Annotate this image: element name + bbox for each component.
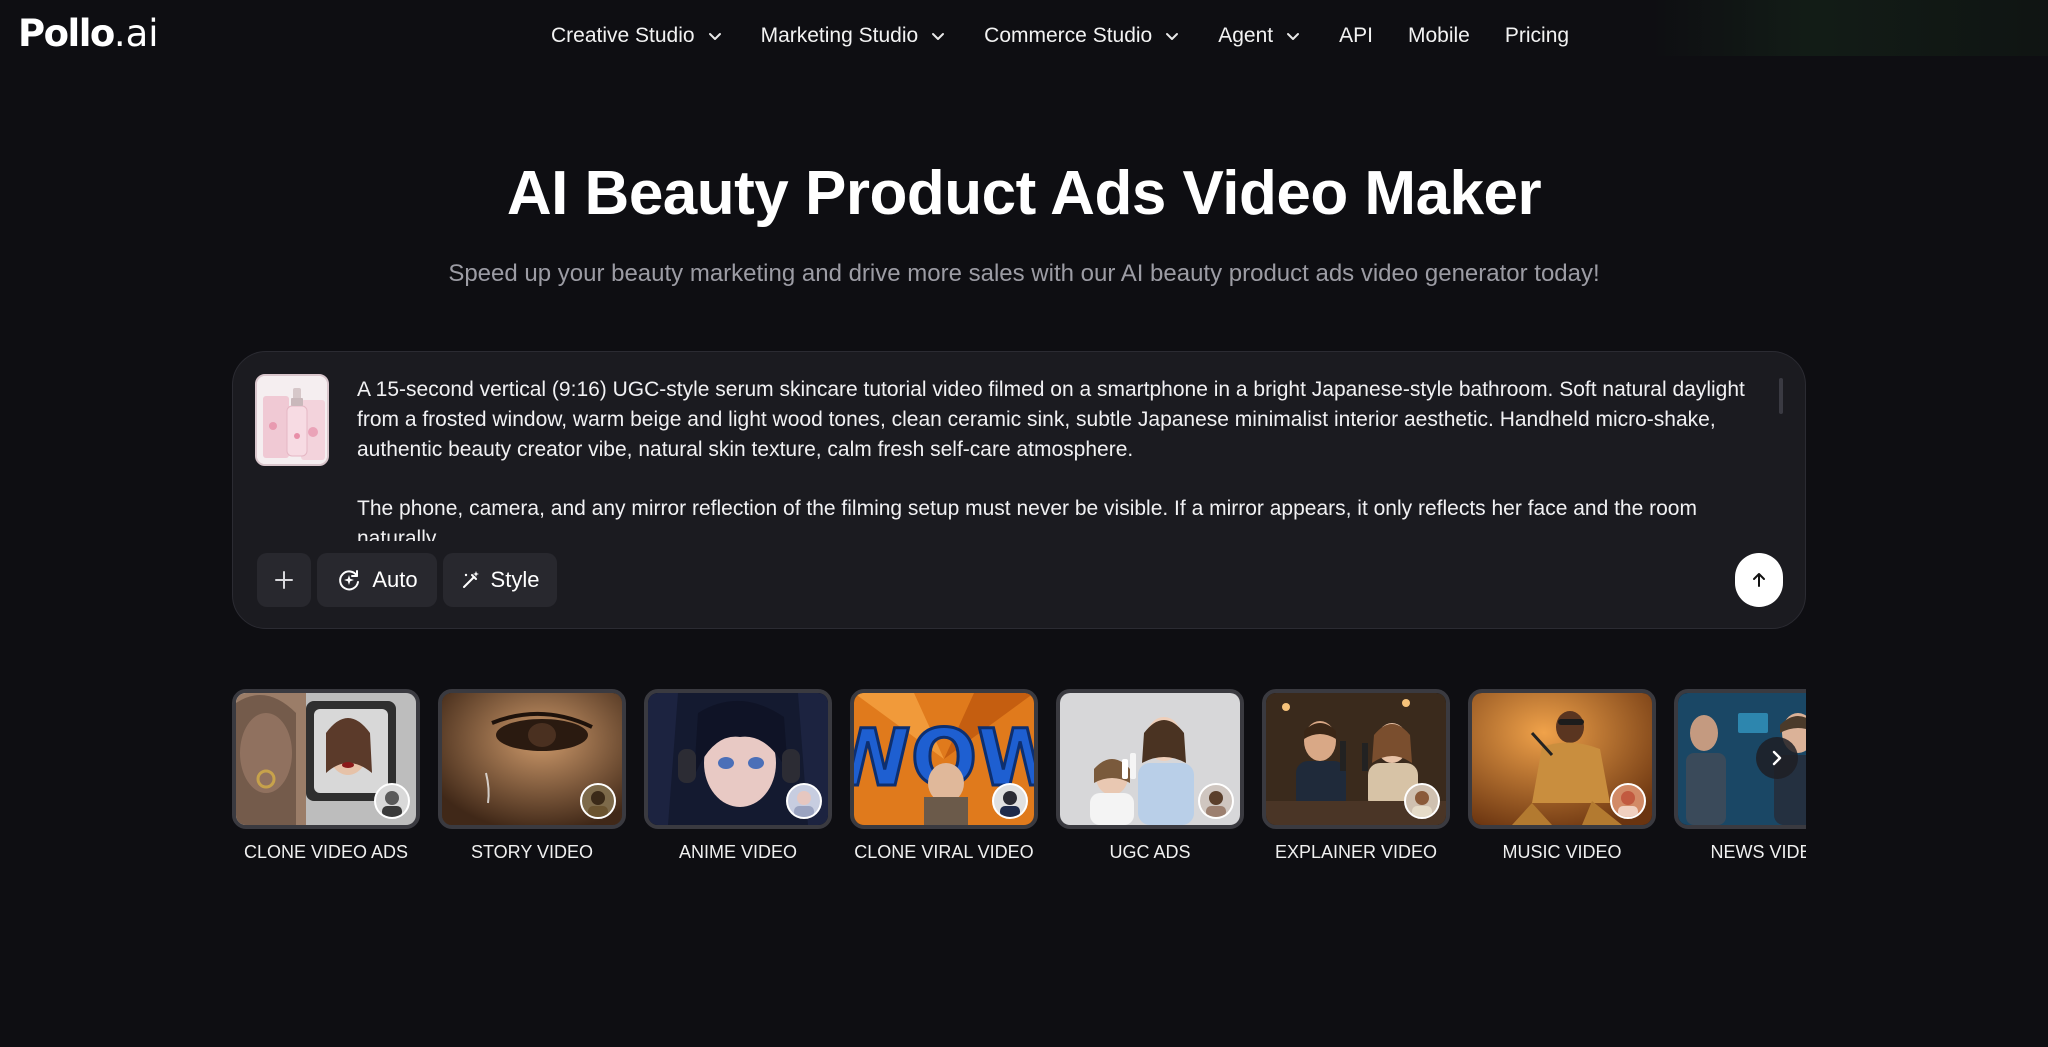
nav-item-label: Commerce Studio (984, 24, 1153, 47)
prompt-input[interactable]: A 15-second vertical (9:16) UGC-style se… (357, 375, 1777, 541)
magic-wand-icon (462, 571, 479, 588)
template-card-clone-video-ads[interactable]: CLONE VIDEO ADS (232, 689, 420, 863)
auto-mode-label: Auto (372, 567, 418, 592)
nav-item-mobile[interactable]: Mobile (1408, 24, 1470, 48)
product-image-thumbnail[interactable] (255, 374, 329, 466)
nav-item-label: API (1339, 24, 1373, 47)
logo[interactable]: Pollo.ai (18, 12, 159, 55)
template-card-clone-viral-video[interactable]: WOW CLONE VIRAL VIDEO (850, 689, 1038, 863)
avatar (786, 783, 822, 819)
nav-item-agent[interactable]: Agent (1218, 24, 1301, 48)
nav-item-label: Pricing (1504, 24, 1570, 47)
nav-item-label: Creative Studio (551, 24, 695, 47)
logo-brand: Pollo (18, 12, 115, 55)
template-carousel: CLONE VIDEO ADS STORY VIDEO ANIME VIDEO … (232, 689, 1806, 869)
template-label: CLONE VIDEO ADS (243, 842, 409, 862)
chevron-right-icon (1772, 750, 1782, 766)
chevron-down-icon (708, 33, 721, 40)
nav-item-label: Marketing Studio (760, 24, 919, 47)
template-label: EXPLAINER VIDEO (1274, 842, 1438, 862)
avatar (374, 783, 410, 819)
nav-item-commerce-studio[interactable]: Commerce Studio (984, 24, 1180, 48)
template-label: CLONE VIRAL VIDEO (854, 842, 1034, 862)
template-label: NEWS VIDEO (1710, 842, 1806, 862)
template-thumbnail: WOW (850, 689, 1038, 829)
auto-mode-button[interactable]: Auto (317, 553, 437, 607)
avatar (580, 783, 616, 819)
auto-mode-icon (339, 570, 360, 591)
style-label: Style (490, 567, 540, 592)
serum-bottle-image (257, 376, 327, 464)
logo-suffix: .ai (113, 12, 159, 55)
template-card-explainer-video[interactable]: EXPLAINER VIDEO (1262, 689, 1450, 863)
nav-item-label: Mobile (1407, 24, 1470, 47)
nav-item-marketing-studio[interactable]: Marketing Studio (761, 24, 947, 48)
avatar (1404, 783, 1440, 819)
avatar (992, 783, 1028, 819)
nav-links: Creative Studio Marketing Studio Commerc… (551, 0, 1604, 72)
template-thumbnail (1262, 689, 1450, 829)
add-attachment-button[interactable] (257, 553, 311, 607)
nav-item-creative-studio[interactable]: Creative Studio (551, 24, 723, 48)
template-thumbnail (232, 689, 420, 829)
top-navigation: Pollo.ai Creative Studio Marketing Studi… (0, 0, 2048, 72)
page-subtitle: Speed up your beauty marketing and drive… (448, 260, 1600, 287)
send-button[interactable] (1735, 553, 1783, 607)
style-button[interactable]: Style (443, 553, 557, 607)
template-card-music-video[interactable]: MUSIC VIDEO (1468, 689, 1656, 863)
nav-glow (1650, 0, 2048, 56)
nav-item-api[interactable]: API (1339, 24, 1373, 48)
prompt-paragraph: The phone, camera, and any mirror reflec… (357, 497, 1697, 541)
template-label: UGC ADS (1109, 842, 1191, 862)
template-label: MUSIC VIDEO (1502, 842, 1622, 862)
prompt-paragraph: A 15-second vertical (9:16) UGC-style se… (357, 378, 1745, 461)
prompt-card: A 15-second vertical (9:16) UGC-style se… (232, 351, 1806, 629)
template-label: ANIME VIDEO (678, 842, 798, 862)
template-thumbnail (1468, 689, 1656, 829)
chevron-down-icon (1166, 33, 1179, 40)
page-title: AI Beauty Product Ads Video Maker (506, 159, 1542, 228)
avatar (1610, 783, 1646, 819)
avatar (1198, 783, 1234, 819)
nav-item-pricing[interactable]: Pricing (1505, 24, 1569, 48)
chevron-down-icon (1287, 33, 1300, 40)
chevron-down-icon (932, 33, 945, 40)
template-thumbnail (438, 689, 626, 829)
template-card-story-video[interactable]: STORY VIDEO (438, 689, 626, 863)
template-thumbnail (644, 689, 832, 829)
template-thumbnail (1056, 689, 1244, 829)
carousel-next-button[interactable] (1756, 737, 1798, 779)
template-card-ugc-ads[interactable]: UGC ADS (1056, 689, 1244, 863)
prompt-scrollbar[interactable] (1779, 378, 1783, 414)
template-label: STORY VIDEO (470, 842, 594, 862)
template-card-anime-video[interactable]: ANIME VIDEO (644, 689, 832, 863)
nav-item-label: Agent (1218, 24, 1274, 47)
arrow-up-icon (1753, 573, 1765, 587)
plus-icon (275, 571, 293, 589)
